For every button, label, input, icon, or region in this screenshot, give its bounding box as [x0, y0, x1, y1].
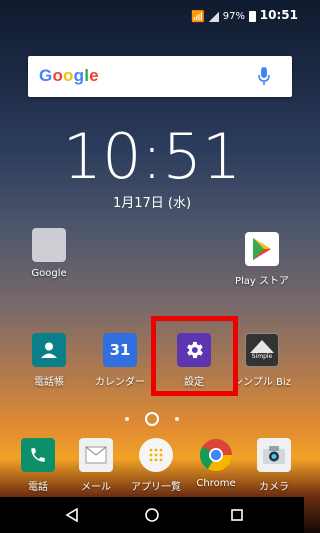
app-label: カレンダー — [95, 377, 145, 388]
simple-biz-icon: Simple — [245, 333, 279, 367]
google-folder-icon — [32, 228, 66, 262]
app-contacts[interactable]: 電話帳 — [14, 333, 84, 388]
phone-icon — [21, 438, 55, 472]
dock-camera[interactable]: カメラ — [239, 438, 309, 493]
clock-time: 10:51 — [62, 120, 242, 193]
chrome-icon — [199, 438, 233, 472]
home-button[interactable] — [140, 503, 164, 527]
back-triangle-icon — [65, 508, 78, 522]
app-label: カメラ — [259, 482, 289, 493]
app-calendar[interactable]: 31 カレンダー — [85, 333, 155, 388]
play-store-icon — [245, 232, 279, 266]
battery-icon — [249, 11, 256, 22]
signal-icon — [208, 11, 219, 22]
app-drawer-icon — [139, 438, 173, 472]
app-label: Google — [31, 268, 67, 279]
calendar-icon: 31 — [103, 333, 137, 367]
mail-icon — [79, 438, 113, 472]
app-label: 電話帳 — [34, 377, 64, 388]
home-page-dot — [145, 412, 159, 426]
app-google-folder[interactable]: Google — [14, 228, 84, 279]
google-logo: Google — [39, 66, 99, 85]
contacts-icon — [32, 333, 66, 367]
recents-button[interactable] — [225, 503, 249, 527]
settings-highlight-box — [151, 316, 238, 396]
navigation-bar — [0, 497, 304, 533]
status-bar: 📶 97% 10:51 — [0, 0, 304, 28]
status-time: 10:51 — [259, 8, 298, 22]
camera-icon — [257, 438, 291, 472]
page-dot — [175, 417, 179, 421]
home-circle-icon — [145, 508, 159, 522]
microphone-icon[interactable] — [258, 66, 270, 90]
app-label: Play ストア — [234, 276, 290, 287]
page-indicator — [0, 412, 304, 426]
status-icons: 📶 97% — [191, 10, 256, 23]
clock-date: 1月17日 (水) — [112, 196, 192, 211]
recents-square-icon — [231, 509, 243, 521]
google-search-widget[interactable]: Google — [28, 56, 292, 97]
wifi-icon: 📶 — [191, 10, 205, 23]
back-button[interactable] — [60, 503, 84, 527]
page-dot — [125, 417, 129, 421]
app-play-store[interactable]: Play ストア — [227, 232, 297, 287]
battery-percent: 97% — [222, 11, 245, 22]
